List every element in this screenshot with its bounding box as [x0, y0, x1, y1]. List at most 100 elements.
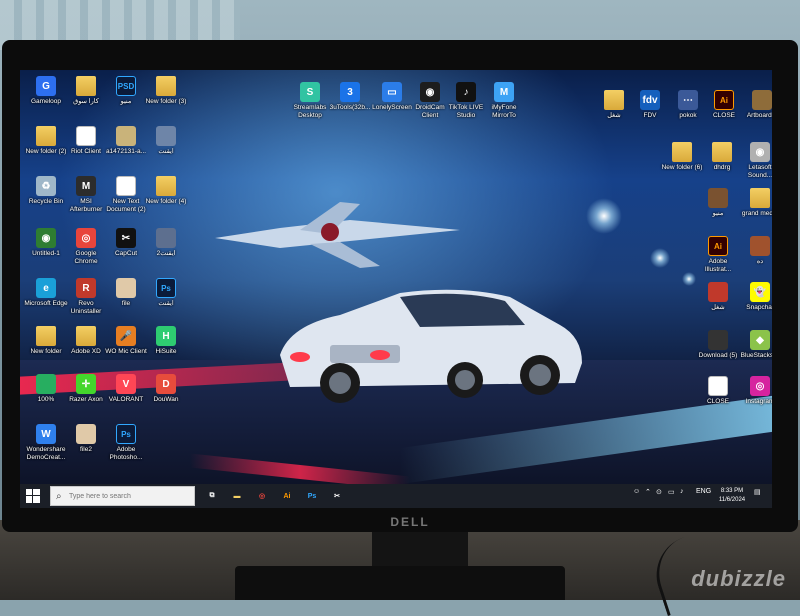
- desktop-icon[interactable]: Ps ايقنت: [144, 278, 188, 308]
- desktop-icon[interactable]: file2: [64, 424, 108, 454]
- desktop-icon-label: New folder (2): [25, 148, 67, 155]
- desktop-icon-label: grand media: [741, 210, 772, 217]
- desktop-icon[interactable]: file: [104, 278, 148, 308]
- desktop-icon[interactable]: e Microsoft Edge: [24, 278, 68, 308]
- language-indicator[interactable]: ENG: [696, 488, 711, 495]
- desktop-icon[interactable]: CLOSE: [696, 376, 740, 406]
- desktop-icon[interactable]: S Streamlabs Desktop: [288, 82, 332, 120]
- app-icon: 🎤: [116, 326, 136, 346]
- taskbar-chrome-icon[interactable]: ◎: [254, 488, 270, 504]
- desktop-icon[interactable]: كارا سوق: [64, 76, 108, 106]
- desktop-icon-label: ده: [756, 258, 764, 265]
- app-icon: [36, 374, 56, 394]
- app-icon: [76, 424, 96, 444]
- app-icon: Ps: [156, 278, 176, 298]
- desktop-icon[interactable]: New Text Document (2): [104, 176, 148, 214]
- desktop-icon[interactable]: شغل: [696, 282, 740, 312]
- desktop-icon-label: HiSuite: [155, 348, 177, 355]
- windows-start-icon[interactable]: [26, 489, 40, 503]
- desktop-icon[interactable]: Ps Adobe Photosho...: [104, 424, 148, 462]
- app-icon: [156, 126, 176, 146]
- app-icon: [116, 126, 136, 146]
- search-input[interactable]: [69, 490, 189, 502]
- app-icon: [752, 90, 772, 110]
- taskbar-clock[interactable]: 8:33 PM 11/6/2024: [716, 487, 748, 505]
- desktop-icon-label: New folder: [30, 348, 62, 355]
- desktop-icon[interactable]: New folder (3): [144, 76, 188, 106]
- desktop-icon-label: Adobe Illustrat...: [704, 258, 732, 273]
- app-icon: M: [494, 82, 514, 102]
- desktop-icon[interactable]: ◉ Letasoft Sound...: [738, 142, 772, 180]
- desktop-icon[interactable]: ايقنت2: [144, 228, 188, 258]
- desktop-icon[interactable]: New folder (6): [660, 142, 704, 172]
- app-icon: ◆: [750, 330, 770, 350]
- desktop-icon[interactable]: grand media: [738, 188, 772, 218]
- folder-icon: [36, 126, 56, 146]
- desktop-icon[interactable]: ✂ CapCut: [104, 228, 148, 258]
- watermark: dubizzle: [691, 566, 786, 591]
- taskbar-capcut-icon[interactable]: ✂: [329, 488, 345, 504]
- desktop-icon-label: Snapchat: [746, 304, 772, 311]
- notification-icon[interactable]: ▤: [754, 488, 761, 496]
- people-icon[interactable]: ☺: [633, 488, 640, 495]
- desktop-icon[interactable]: M MSI Afterburner: [64, 176, 108, 214]
- monitor-stand-neck: [372, 528, 468, 568]
- desktop-icon[interactable]: ✛ Razer Axon: [64, 374, 108, 404]
- volume-icon[interactable]: ♪: [680, 488, 684, 495]
- desktop-icon-label: Razer Axon: [69, 396, 103, 403]
- desktop-icon[interactable]: MiMyFone MirrorTo: [482, 82, 526, 120]
- desktop-icon[interactable]: 🎤 WO Mic Client: [104, 326, 148, 356]
- desktop-icon[interactable]: Artboard 3: [740, 90, 772, 120]
- document-icon: [116, 176, 136, 196]
- desktop-icon[interactable]: 100%: [24, 374, 68, 404]
- desktop-icon[interactable]: ◆ BlueStacks X: [738, 330, 772, 360]
- desktop-icon[interactable]: Download (5): [696, 330, 740, 360]
- desktop-icon[interactable]: 👻 Snapchat: [738, 282, 772, 312]
- taskbar-search-box[interactable]: ⌕: [50, 486, 195, 506]
- desktop-icon[interactable]: H HiSuite: [144, 326, 188, 356]
- desktop-icon[interactable]: V VALORANT: [104, 374, 148, 404]
- battery-icon[interactable]: ▭: [668, 488, 675, 496]
- desktop-icon-label: file: [121, 300, 131, 307]
- app-icon: ◉: [420, 82, 440, 102]
- desktop-icon[interactable]: a1472131-a...: [104, 126, 148, 156]
- monitor-brand-logo: DELL: [390, 515, 430, 529]
- taskbar-task-view-icon[interactable]: ⧉: [204, 488, 220, 504]
- desktop-icon-label: WO Mic Client: [105, 348, 147, 355]
- desktop-icon[interactable]: G Gameloop: [24, 76, 68, 106]
- desktop-icon[interactable]: PSD منيو: [104, 76, 148, 106]
- chevron-up-icon[interactable]: ⌃: [645, 488, 651, 496]
- desktop-icon[interactable]: ◎ Instagram: [738, 376, 772, 406]
- network-icon[interactable]: ⊙: [656, 488, 662, 496]
- desktop-icon[interactable]: ♻ Recycle Bin: [24, 176, 68, 206]
- desktop-icon[interactable]: New folder: [24, 326, 68, 356]
- desktop-icon[interactable]: Ai Adobe Illustrat...: [696, 236, 740, 274]
- document-icon: [76, 126, 96, 146]
- desktop-icon[interactable]: 3 3uTools(32b...: [328, 82, 372, 112]
- wallpaper-light: [586, 198, 622, 234]
- desktop-icon[interactable]: D DouWan: [144, 374, 188, 404]
- desktop-icon[interactable]: ده: [738, 236, 772, 266]
- app-icon: 3: [340, 82, 360, 102]
- app-icon: ♻: [36, 176, 56, 196]
- taskbar-illustrator-icon[interactable]: Ai: [279, 488, 295, 504]
- desktop-icon[interactable]: Adobe XD: [64, 326, 108, 356]
- desktop-icon[interactable]: New folder (2): [24, 126, 68, 156]
- desktop-icon[interactable]: منيو: [696, 188, 740, 218]
- desktop-icon[interactable]: ◉ Untitled-1: [24, 228, 68, 258]
- desktop-icon[interactable]: W Wondershare DemoCreat...: [24, 424, 68, 462]
- desktop-icon[interactable]: New folder (4): [144, 176, 188, 206]
- app-icon: [708, 282, 728, 302]
- taskbar-file-explorer-icon[interactable]: ▬: [229, 488, 245, 504]
- taskbar-photoshop-icon[interactable]: Ps: [304, 488, 320, 504]
- desktop-icon-label: منيو: [712, 210, 724, 217]
- desktop-icon-label: Wondershare DemoCreat...: [26, 446, 66, 461]
- app-icon: S: [300, 82, 320, 102]
- desktop-icon[interactable]: ايقنت: [144, 126, 188, 156]
- desktop-icon[interactable]: Riot Client: [64, 126, 108, 156]
- desktop-icon-label: Google Chrome: [74, 250, 98, 265]
- app-icon: V: [116, 374, 136, 394]
- desktop-icon[interactable]: R Revo Uninstaller: [64, 278, 108, 316]
- app-icon: fdv: [640, 90, 660, 110]
- desktop-icon[interactable]: ◎ Google Chrome: [64, 228, 108, 266]
